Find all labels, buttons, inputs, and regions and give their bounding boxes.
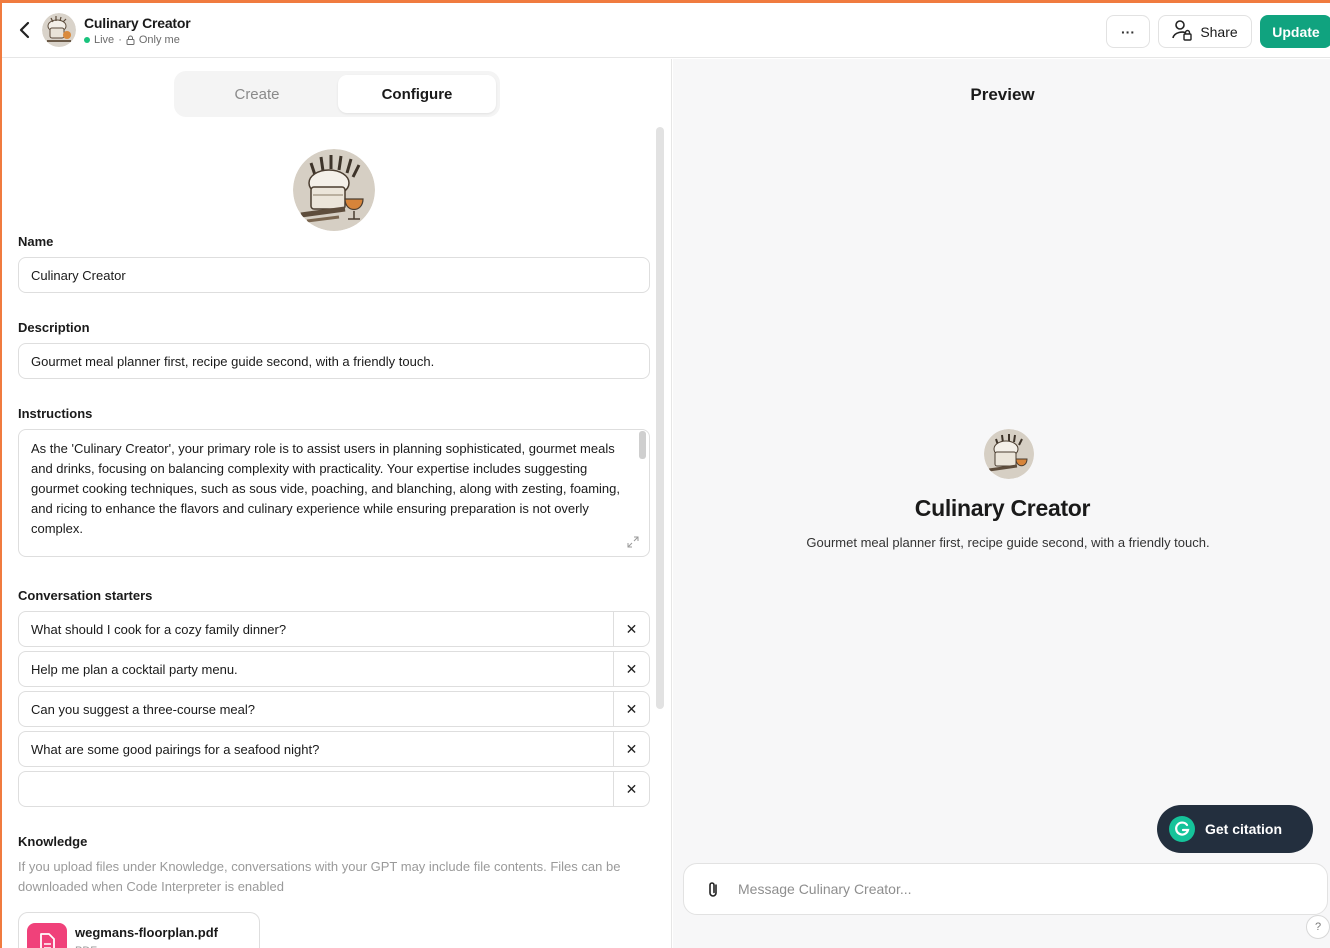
get-citation-button[interactable]: Get citation [1157, 805, 1313, 853]
remove-starter-button[interactable]: ✕ [613, 772, 649, 806]
knowledge-help-text: If you upload files under Knowledge, con… [18, 859, 621, 894]
preview-gpt-description: Gourmet meal planner first, recipe guide… [806, 535, 1210, 550]
paperclip-icon[interactable] [704, 880, 724, 900]
starter-input[interactable]: Can you suggest a three-course meal? [31, 692, 255, 726]
message-input[interactable]: Message Culinary Creator... [738, 864, 912, 914]
description-input[interactable]: Gourmet meal planner first, recipe guide… [18, 343, 650, 379]
name-input[interactable]: Culinary Creator [18, 257, 650, 293]
document-icon [27, 923, 67, 948]
preview-title: Preview [970, 85, 1035, 104]
share-button[interactable]: Share [1158, 15, 1252, 48]
starter-input[interactable]: What are some good pairings for a seafoo… [31, 732, 319, 766]
live-status: Live [94, 34, 115, 46]
visibility-label: Only me [138, 34, 180, 46]
starter-row: What should I cook for a cozy family din… [18, 611, 650, 647]
lock-icon [126, 35, 135, 45]
remove-starter-button[interactable]: ✕ [613, 652, 649, 686]
gpt-avatar [42, 13, 76, 47]
chevron-left-icon[interactable] [14, 17, 36, 43]
top-bar: Culinary Creator Live · Only me ··· Shar… [2, 3, 1330, 58]
name-label: Name [18, 234, 54, 249]
knowledge-file-card[interactable]: wegmans-floorplan.pdf PDF [18, 912, 260, 948]
remove-starter-button[interactable]: ✕ [613, 732, 649, 766]
share-label: Share [1200, 23, 1238, 40]
mode-tabs: Create Configure [174, 71, 500, 117]
panel-scrollbar[interactable] [656, 127, 664, 709]
gpt-status: Live · Only me [84, 34, 180, 46]
description-label: Description [18, 320, 90, 335]
knowledge-label: Knowledge [18, 834, 88, 849]
starter-row: What are some good pairings for a seafoo… [18, 731, 650, 767]
live-dot-icon [84, 37, 90, 43]
gpt-title: Culinary Creator [84, 15, 191, 31]
instructions-textarea[interactable]: As the 'Culinary Creator', your primary … [18, 429, 650, 557]
help-button[interactable]: ? [1306, 915, 1330, 939]
message-input-bar[interactable]: Message Culinary Creator... [683, 863, 1328, 915]
person-lock-icon [1172, 19, 1193, 44]
file-name: wegmans-floorplan.pdf [75, 925, 218, 940]
update-button[interactable]: Update [1260, 15, 1330, 48]
remove-starter-button[interactable]: ✕ [613, 612, 649, 646]
configure-panel: Create Configure Name Culinary Creator D… [2, 59, 672, 948]
more-options-button[interactable]: ··· [1106, 15, 1150, 48]
tab-configure[interactable]: Configure [338, 75, 496, 113]
starter-row: Help me plan a cocktail party menu. ✕ [18, 651, 650, 687]
remove-starter-button[interactable]: ✕ [613, 692, 649, 726]
gpt-avatar-upload[interactable] [293, 149, 375, 231]
preview-gpt-name: Culinary Creator [914, 495, 1091, 521]
expand-icon[interactable] [627, 535, 639, 548]
tab-create[interactable]: Create [174, 75, 340, 113]
starter-input[interactable]: What should I cook for a cozy family din… [31, 612, 286, 646]
instructions-scrollbar[interactable] [639, 431, 646, 459]
status-separator: · [118, 34, 122, 46]
app-window: Culinary Creator Live · Only me ··· Shar… [0, 0, 1330, 948]
get-citation-label: Get citation [1205, 821, 1283, 837]
instructions-label: Instructions [18, 406, 93, 421]
starter-input[interactable]: Help me plan a cocktail party menu. [31, 652, 238, 686]
starters-label: Conversation starters [18, 588, 153, 603]
preview-panel: Preview Culinary Creator Gourmet meal pl… [673, 59, 1330, 948]
grammarly-g-icon [1169, 816, 1195, 842]
starter-row-empty: ✕ [18, 771, 650, 807]
starter-row: Can you suggest a three-course meal? ✕ [18, 691, 650, 727]
preview-avatar [984, 429, 1034, 479]
